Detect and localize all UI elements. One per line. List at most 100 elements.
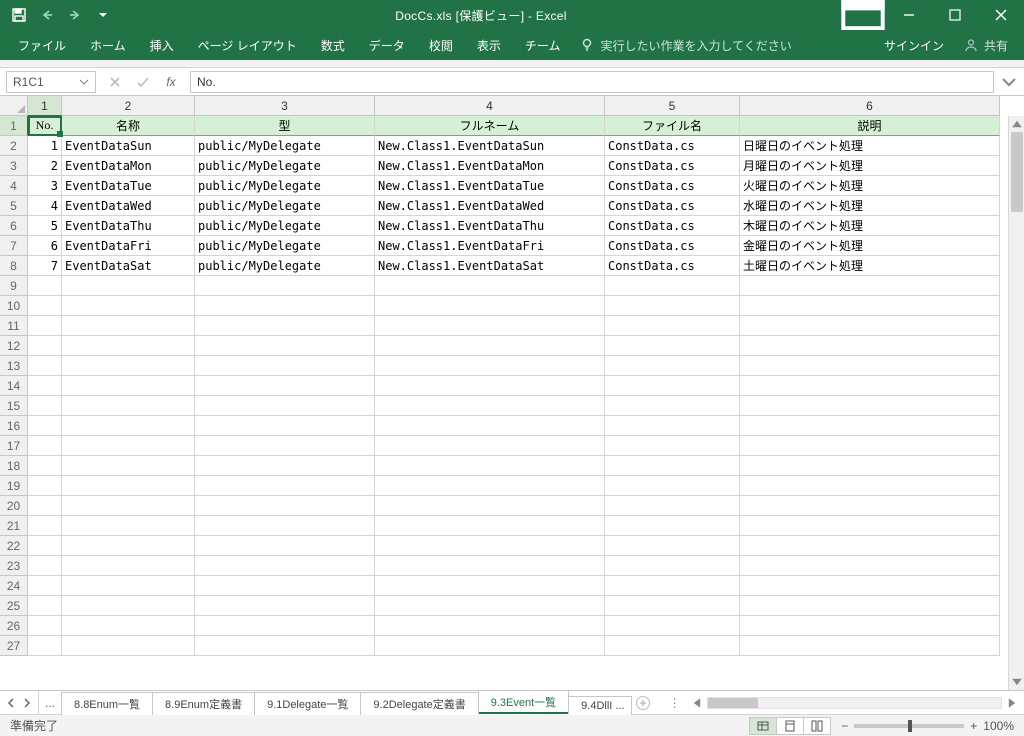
scroll-right-button[interactable] [1004,695,1020,711]
cell[interactable] [605,576,740,596]
sheet-tab[interactable]: 9.4DllI ... [568,696,631,715]
cell[interactable]: No. [28,116,62,136]
name-box[interactable]: R1C1 [6,71,96,93]
cell[interactable] [605,436,740,456]
tab-home[interactable]: ホーム [78,30,138,60]
view-normal-button[interactable] [749,717,777,735]
cell[interactable]: New.Class1.EventDataSun [375,136,605,156]
cell[interactable] [740,356,1000,376]
cell[interactable] [740,536,1000,556]
tab-insert[interactable]: 挿入 [138,30,186,60]
row-header[interactable]: 12 [0,336,28,356]
cell[interactable]: 水曜日のイベント処理 [740,196,1000,216]
row-header[interactable]: 22 [0,536,28,556]
cell[interactable]: 5 [28,216,62,236]
save-button[interactable] [6,3,32,27]
cell[interactable] [605,476,740,496]
row-header[interactable]: 20 [0,496,28,516]
cell[interactable] [740,436,1000,456]
cell[interactable] [62,616,195,636]
cell[interactable]: 4 [28,196,62,216]
cell[interactable]: EventDataFri [62,236,195,256]
hscroll-thumb[interactable] [708,698,758,708]
cell[interactable]: public/MyDelegate [195,216,375,236]
cell[interactable]: public/MyDelegate [195,196,375,216]
cell[interactable]: フルネーム [375,116,605,136]
cell[interactable] [375,576,605,596]
cell[interactable]: 1 [28,136,62,156]
cell[interactable]: 名称 [62,116,195,136]
row-header[interactable]: 17 [0,436,28,456]
cell[interactable] [375,396,605,416]
cell[interactable] [195,296,375,316]
tab-file[interactable]: ファイル [6,30,78,60]
column-header[interactable]: 3 [195,96,375,116]
cell[interactable] [195,416,375,436]
cell[interactable] [740,476,1000,496]
cell[interactable]: New.Class1.EventDataMon [375,156,605,176]
cell[interactable]: New.Class1.EventDataTue [375,176,605,196]
cell[interactable] [28,536,62,556]
insert-function-button[interactable]: fx [158,71,184,93]
cell[interactable] [62,536,195,556]
cell[interactable] [28,336,62,356]
cell[interactable] [375,456,605,476]
cancel-formula-button[interactable] [102,71,128,93]
cell[interactable] [195,596,375,616]
minimize-button[interactable] [886,0,932,30]
tab-team[interactable]: チーム [513,30,573,60]
cell[interactable] [605,376,740,396]
cell[interactable] [740,496,1000,516]
cell[interactable] [740,456,1000,476]
cell[interactable]: EventDataWed [62,196,195,216]
cell[interactable] [375,496,605,516]
cell[interactable] [605,556,740,576]
cell[interactable] [605,496,740,516]
row-header[interactable]: 18 [0,456,28,476]
row-header[interactable]: 11 [0,316,28,336]
formula-input[interactable]: No. [190,71,994,93]
cell[interactable] [740,396,1000,416]
cell[interactable] [605,596,740,616]
cell[interactable]: ConstData.cs [605,236,740,256]
cell[interactable]: ConstData.cs [605,196,740,216]
cell[interactable] [605,516,740,536]
row-header[interactable]: 8 [0,256,28,276]
cell[interactable] [740,316,1000,336]
row-header[interactable]: 16 [0,416,28,436]
sheet-tab[interactable]: 9.2Delegate定義書 [360,692,478,715]
cell[interactable] [62,516,195,536]
scroll-left-button[interactable] [689,695,705,711]
cell[interactable] [62,396,195,416]
cell[interactable] [740,416,1000,436]
cell[interactable]: ConstData.cs [605,216,740,236]
cell[interactable]: 2 [28,156,62,176]
cell[interactable]: ConstData.cs [605,176,740,196]
maximize-button[interactable] [932,0,978,30]
cell[interactable] [375,516,605,536]
cell[interactable] [605,416,740,436]
cell[interactable] [740,636,1000,656]
cell[interactable] [375,356,605,376]
cell[interactable] [28,556,62,576]
cell[interactable]: public/MyDelegate [195,176,375,196]
cell[interactable]: 月曜日のイベント処理 [740,156,1000,176]
row-header[interactable]: 23 [0,556,28,576]
sheet-tab[interactable]: 9.1Delegate一覧 [254,692,361,715]
cell[interactable]: public/MyDelegate [195,236,375,256]
zoom-in-button[interactable]: + [970,719,977,733]
row-header[interactable]: 3 [0,156,28,176]
cell[interactable] [28,476,62,496]
cell[interactable] [195,536,375,556]
cell[interactable] [62,336,195,356]
cell[interactable]: 日曜日のイベント処理 [740,136,1000,156]
cell[interactable] [740,516,1000,536]
cell[interactable]: ConstData.cs [605,136,740,156]
cell[interactable]: 7 [28,256,62,276]
select-all-button[interactable] [0,96,28,116]
row-header[interactable]: 27 [0,636,28,656]
cell[interactable] [605,616,740,636]
cell[interactable] [28,276,62,296]
row-header[interactable]: 2 [0,136,28,156]
cell[interactable]: New.Class1.EventDataWed [375,196,605,216]
